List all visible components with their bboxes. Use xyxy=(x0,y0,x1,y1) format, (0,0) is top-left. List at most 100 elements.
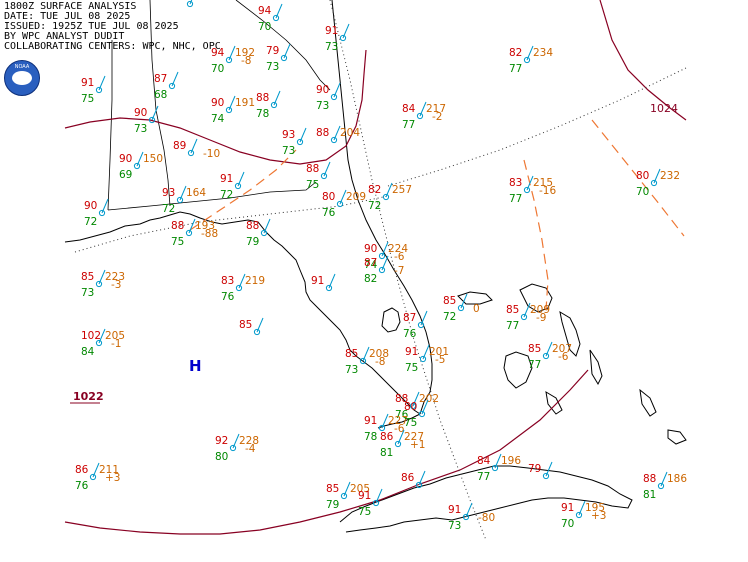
station-dewpoint: 73 xyxy=(448,520,461,532)
station-dewpoint: 79 xyxy=(246,236,259,248)
station-pressure-tendency: -8 xyxy=(375,356,385,368)
station-temperature: 88 xyxy=(256,92,269,104)
station-pressure: 232 xyxy=(660,170,680,182)
station-pressure: 164 xyxy=(186,187,206,199)
station-temperature: 93 xyxy=(282,129,295,141)
station-temperature: 93 xyxy=(162,187,175,199)
station-temperature: 90 xyxy=(364,243,377,255)
station-temperature: 91 xyxy=(405,346,418,358)
station-dewpoint: 75 xyxy=(306,179,319,191)
station-pressure: 196 xyxy=(501,455,521,467)
station-temperature: 85 xyxy=(345,348,358,360)
station-dewpoint: 75 xyxy=(404,417,417,429)
station-pressure-tendency: -7 xyxy=(394,265,404,277)
station-dewpoint: 76 xyxy=(75,480,89,492)
station-dewpoint: 76 xyxy=(403,328,417,340)
station-temperature: 79 xyxy=(528,463,541,475)
station-pressure-tendency: +3 xyxy=(591,510,606,522)
station-dewpoint: 75 xyxy=(405,362,418,374)
station-temperature: 87 xyxy=(364,257,377,269)
surface-analysis-map: 1024 1022 H 9470 91739470192-879739175876… xyxy=(0,0,748,562)
high-pressure-center: H xyxy=(189,357,202,375)
station-temperature: 91 xyxy=(561,502,574,514)
station-dewpoint: 75 xyxy=(81,93,94,105)
station-dewpoint: 70 xyxy=(636,186,649,198)
station-temperature: 90 xyxy=(134,107,147,119)
station-temperature: 88 xyxy=(246,220,259,232)
station-temperature: 83 xyxy=(221,275,234,287)
station-pressure-tendency: -10 xyxy=(203,148,220,160)
station-dewpoint: 84 xyxy=(81,346,95,358)
station-dewpoint: 75 xyxy=(358,506,371,518)
station-dewpoint: 73 xyxy=(266,61,279,73)
station-temperature: 102 xyxy=(81,330,101,342)
station-dewpoint: 78 xyxy=(364,431,377,443)
station-temperature: 68 xyxy=(172,0,185,3)
station-dewpoint: 70 xyxy=(561,518,574,530)
station-temperature: 82 xyxy=(368,184,381,196)
station-pressure-tendency: -6 xyxy=(558,351,569,363)
station-dewpoint: 73 xyxy=(325,41,338,53)
station-temperature: 90 xyxy=(84,200,97,212)
station-dewpoint: 77 xyxy=(509,193,522,205)
station-pressure-tendency: -4 xyxy=(245,443,256,455)
station-temperature: 87 xyxy=(403,312,416,324)
noaa-logo-icon: NOAA xyxy=(4,60,40,96)
station-dewpoint: 68 xyxy=(154,89,167,101)
station-dewpoint: 72 xyxy=(162,203,175,215)
station-pressure-tendency: -80 xyxy=(478,512,495,524)
station-pressure: 234 xyxy=(533,47,553,59)
station-temperature: 88 xyxy=(316,127,329,139)
station-temperature: 85 xyxy=(443,295,456,307)
header-line-5: COLLABORATING CENTERS: WPC, NHC, OPC xyxy=(4,41,221,52)
station-dewpoint: 77 xyxy=(506,320,519,332)
station-temperature: 80 xyxy=(322,191,335,203)
station-temperature: 83 xyxy=(509,177,522,189)
station-dewpoint: 77 xyxy=(509,63,522,75)
station-temperature: 85 xyxy=(239,319,252,331)
station-temperature: 91 xyxy=(81,77,94,89)
station-pressure: 219 xyxy=(245,275,265,287)
station-dewpoint: 76 xyxy=(322,207,336,219)
station-pressure: 209 xyxy=(346,191,366,203)
station-temperature: 82 xyxy=(509,47,522,59)
station-pressure-tendency: 0 xyxy=(473,303,480,315)
station-dewpoint: 76 xyxy=(221,291,235,303)
station-temperature: 85 xyxy=(81,271,94,283)
station-pressure: 191 xyxy=(235,97,255,109)
station-dewpoint: 78 xyxy=(256,108,269,120)
station-dewpoint: 77 xyxy=(477,471,490,483)
station-pressure: 186 xyxy=(667,473,687,485)
station-pressure-tendency: +3 xyxy=(105,472,120,484)
station-temperature: 91 xyxy=(311,275,324,287)
station-dewpoint: 70 xyxy=(211,63,224,75)
station-pressure-tendency: -1 xyxy=(111,338,121,350)
isobar-label-1022: 1022 xyxy=(73,390,104,403)
station-dewpoint: 79 xyxy=(326,499,339,511)
station-temperature: 94 xyxy=(258,5,272,17)
station-dewpoint: 73 xyxy=(316,100,329,112)
station-pressure: 204 xyxy=(340,127,360,139)
station-pressure-tendency: -2 xyxy=(432,111,442,123)
station-temperature: 85 xyxy=(528,343,541,355)
station-temperature: 88 xyxy=(171,220,184,232)
station-dewpoint: 80 xyxy=(215,451,228,463)
station-dewpoint: 73 xyxy=(345,364,358,376)
station-temperature: 79 xyxy=(266,45,279,57)
noaa-logo-text: NOAA xyxy=(14,64,30,70)
station-pressure-tendency: -16 xyxy=(539,185,556,197)
station-temperature: 86 xyxy=(380,431,394,443)
station-temperature: 91 xyxy=(358,490,371,502)
station-temperature: 91 xyxy=(448,504,461,516)
station-dewpoint: 69 xyxy=(119,169,132,181)
station-temperature: 90 xyxy=(211,97,224,109)
station-temperature: 87 xyxy=(154,73,167,85)
isobar-label-1024: 1024 xyxy=(650,102,678,115)
station-dewpoint: 81 xyxy=(380,447,393,459)
station-pressure-tendency: -9 xyxy=(536,312,546,324)
station-dewpoint: 72 xyxy=(84,216,97,228)
station-dewpoint: 77 xyxy=(402,119,415,131)
station-pressure-tendency: -5 xyxy=(435,354,445,366)
station-pressure-tendency: -3 xyxy=(111,279,121,291)
station-temperature: 91 xyxy=(364,415,377,427)
